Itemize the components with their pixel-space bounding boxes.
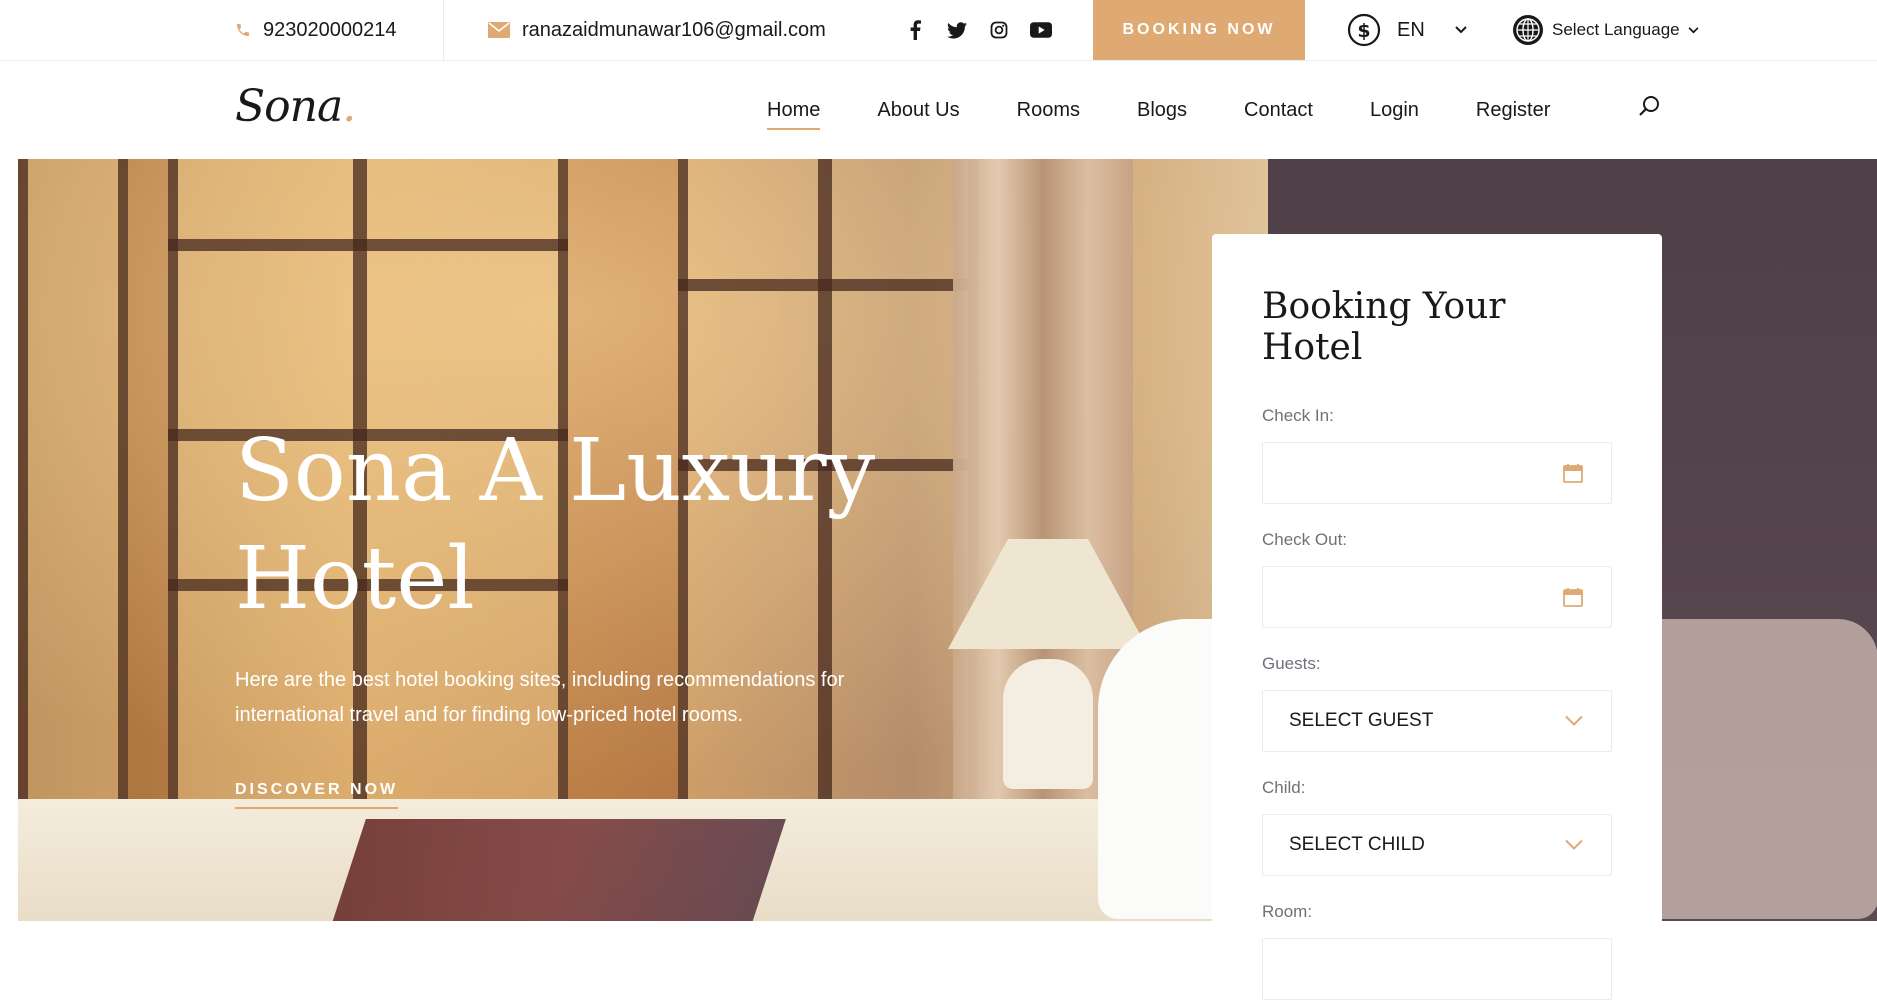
email-info[interactable]: ranazaidmunawar106@gmail.com [488,0,826,60]
lamp-base [1003,659,1093,789]
social-links [903,0,1053,60]
currency-label: EN [1397,18,1425,41]
language-selector[interactable]: Select Language [1512,0,1699,60]
calendar-icon [1563,588,1583,607]
dollar-circle-icon: $ [1347,13,1381,47]
check-in-input[interactable] [1262,442,1612,504]
calendar-icon [1563,464,1583,483]
discover-now-link[interactable]: DISCOVER NOW [235,781,399,809]
top-bar: 923020000214 ranazaidmunawar106@gmail.co… [0,0,1877,61]
hero-title-line1: Sona A Luxury [235,421,876,521]
hero-subtitle: Here are the best hotel booking sites, i… [235,669,845,726]
twitter-icon[interactable] [945,18,969,42]
youtube-icon[interactable] [1029,18,1053,42]
currency-selector[interactable]: $ EN [1347,0,1467,60]
booking-now-button[interactable]: BOOKING NOW [1093,0,1305,60]
phone-number: 923020000214 [263,18,397,41]
email-address: ranazaidmunawar106@gmail.com [522,18,826,41]
nav-item-rooms[interactable]: Rooms [1017,91,1080,130]
svg-text:$: $ [1357,20,1370,42]
chevron-down-icon [1455,26,1467,34]
booking-title: Booking Your Hotel [1262,286,1506,368]
guests-select-value: SELECT GUEST [1289,710,1434,731]
logo-dot: . [342,81,356,132]
guests-label: Guests: [1262,654,1321,673]
child-select-value: SELECT CHILD [1289,834,1425,855]
search-icon[interactable] [1637,94,1661,118]
check-out-input[interactable] [1262,566,1612,628]
phone-info[interactable]: 923020000214 [235,0,396,60]
main-nav: Sona. Home About Us Rooms Blogs Contact … [0,61,1877,159]
hero-title: Sona A Luxury Hotel [235,417,955,633]
hero-title-line2: Hotel [235,529,475,629]
bed-runner [330,819,786,921]
hero-text: Sona A Luxury Hotel Here are the best ho… [235,417,955,809]
instagram-icon[interactable] [987,18,1011,42]
nav-item-register[interactable]: Register [1476,91,1550,130]
check-out-label: Check Out: [1262,530,1348,549]
window-mullion [168,239,568,251]
chevron-down-icon [1565,839,1583,850]
window-frame [18,159,128,819]
window-mullion [678,279,978,291]
nav-item-contact[interactable]: Contact [1244,91,1313,130]
logo-text: Sona [235,81,343,132]
nav-item-home[interactable]: Home [767,91,821,130]
globe-icon [1513,15,1543,45]
phone-icon [237,24,249,36]
nav-menu: Home About Us Rooms Blogs Contact Login … [767,61,1607,159]
guests-select[interactable]: SELECT GUEST [1262,690,1612,752]
nav-item-blogs[interactable]: Blogs [1137,91,1187,130]
language-label: Select Language [1552,20,1680,39]
divider [443,0,444,60]
booking-form: Booking Your Hotel Check In: Check Out: … [1212,234,1662,1000]
envelope-icon [488,22,510,38]
site-logo[interactable]: Sona. [235,81,356,132]
facebook-icon[interactable] [903,18,927,42]
check-in-label: Check In: [1262,406,1334,425]
chevron-down-icon [1565,715,1583,726]
chevron-down-icon [1688,26,1699,33]
room-select[interactable] [1262,938,1612,1000]
nav-item-about-us[interactable]: About Us [877,91,959,130]
nav-item-login[interactable]: Login [1370,91,1419,130]
child-label: Child: [1262,778,1306,797]
room-label: Room: [1262,902,1313,921]
child-select[interactable]: SELECT CHILD [1262,814,1612,876]
